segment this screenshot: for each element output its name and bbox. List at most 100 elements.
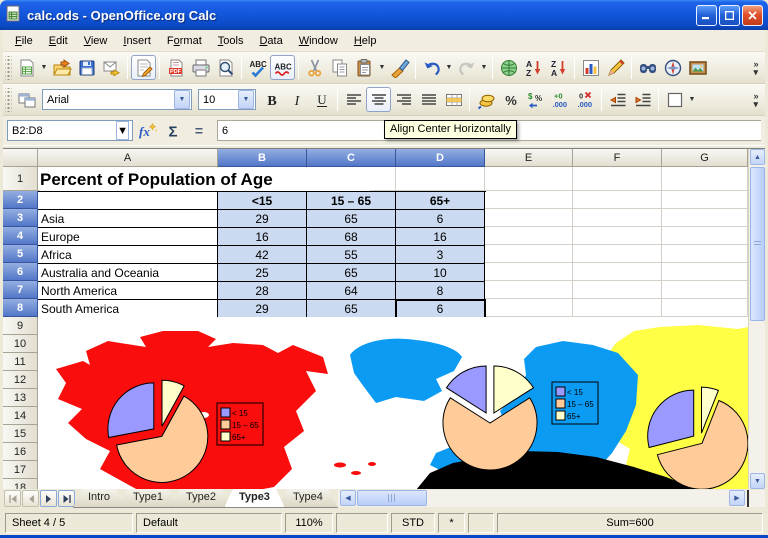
- menu-window[interactable]: Window: [291, 32, 346, 50]
- spellcheck-button[interactable]: ABC: [245, 55, 270, 80]
- table-row[interactable]: 64: [307, 282, 396, 300]
- row-header-13[interactable]: 13: [3, 389, 38, 407]
- underline-button[interactable]: U: [309, 87, 334, 112]
- title-bar[interactable]: calc.ods - OpenOffice.org Calc: [0, 0, 768, 30]
- currency-button[interactable]: [473, 87, 498, 112]
- vertical-scroll-thumb[interactable]: [750, 167, 765, 321]
- toolbar-grip[interactable]: [5, 56, 12, 80]
- redo-button[interactable]: [454, 55, 479, 80]
- table-row[interactable]: 16: [218, 228, 307, 246]
- sheet-tab-intro[interactable]: Intro: [73, 489, 125, 508]
- row-header-18[interactable]: 18: [3, 479, 38, 489]
- active-cell-D8[interactable]: [395, 299, 486, 319]
- table-row[interactable]: South America: [38, 300, 218, 318]
- name-box[interactable]: ▼: [7, 120, 133, 141]
- close-button[interactable]: [742, 5, 763, 26]
- add-decimal-button[interactable]: +0.000: [548, 87, 573, 112]
- formula-button[interactable]: =: [187, 119, 211, 143]
- find-button[interactable]: [635, 55, 660, 80]
- sort-ascending-button[interactable]: AZ: [521, 55, 546, 80]
- format-standard-button[interactable]: $%: [523, 87, 548, 112]
- print-button[interactable]: [188, 55, 213, 80]
- table-row[interactable]: Africa: [38, 246, 218, 264]
- cell-a2[interactable]: [38, 192, 218, 210]
- chart-object[interactable]: < 1515 – 6565+< 1515 – 6565+: [38, 317, 748, 489]
- sum-button[interactable]: Σ: [161, 119, 185, 143]
- menu-format[interactable]: Format: [159, 32, 210, 50]
- align-left-button[interactable]: [341, 87, 366, 112]
- auto-spellcheck-button[interactable]: ABC: [270, 55, 295, 80]
- scroll-down-icon[interactable]: ▼: [750, 473, 765, 489]
- borders-button[interactable]: [662, 87, 687, 112]
- horizontal-scroll-thumb[interactable]: [357, 490, 427, 506]
- status-selection-mode[interactable]: STD: [391, 513, 435, 533]
- copy-button[interactable]: [327, 55, 352, 80]
- table-row[interactable]: 8: [396, 282, 485, 300]
- edit-file-button[interactable]: [131, 55, 156, 80]
- status-insert-mode[interactable]: [336, 513, 388, 533]
- table-row[interactable]: 55: [307, 246, 396, 264]
- table-row[interactable]: 25: [218, 264, 307, 282]
- justify-button[interactable]: [416, 87, 441, 112]
- export-pdf-button[interactable]: PDF: [163, 55, 188, 80]
- column-header-E[interactable]: E: [485, 149, 573, 167]
- row-header-2[interactable]: 2: [3, 191, 38, 209]
- format-paintbrush-button[interactable]: [387, 55, 412, 80]
- table-row[interactable]: North America: [38, 282, 218, 300]
- row-header-10[interactable]: 10: [3, 335, 38, 353]
- column-header-D[interactable]: D: [396, 149, 485, 167]
- row-header-12[interactable]: 12: [3, 371, 38, 389]
- decrease-indent-button[interactable]: [605, 87, 630, 112]
- column-header-B[interactable]: B: [218, 149, 307, 167]
- sheet-tab-type4[interactable]: Type4: [278, 489, 338, 508]
- table-row[interactable]: Asia: [38, 210, 218, 228]
- row-header-5[interactable]: 5: [3, 245, 38, 263]
- align-center-button[interactable]: [366, 87, 391, 112]
- menu-edit[interactable]: Edit: [41, 32, 76, 50]
- table-row[interactable]: 3: [396, 246, 485, 264]
- table-row[interactable]: 28: [218, 282, 307, 300]
- column-header-F[interactable]: F: [573, 149, 662, 167]
- italic-button[interactable]: I: [284, 87, 309, 112]
- font-size-input[interactable]: [199, 91, 238, 108]
- font-name-input[interactable]: [43, 91, 174, 108]
- font-name-dropdown-icon[interactable]: ▼: [174, 90, 190, 109]
- borders-dropdown-icon[interactable]: ▼: [687, 87, 697, 112]
- menu-insert[interactable]: Insert: [115, 32, 159, 50]
- toolbar-overflow-button[interactable]: »▾: [749, 60, 763, 76]
- last-sheet-button[interactable]: [58, 490, 75, 507]
- row-header-15[interactable]: 15: [3, 425, 38, 443]
- undo-dropdown-icon[interactable]: ▼: [444, 55, 454, 80]
- page-preview-button[interactable]: [213, 55, 238, 80]
- column-header-C[interactable]: C: [307, 149, 396, 167]
- email-document-button[interactable]: [99, 55, 124, 80]
- menu-help[interactable]: Help: [346, 32, 385, 50]
- scroll-up-icon[interactable]: ▲: [750, 149, 765, 165]
- font-size-dropdown-icon[interactable]: ▼: [238, 90, 254, 109]
- minimize-button[interactable]: [696, 5, 717, 26]
- table-row[interactable]: 6: [396, 210, 485, 228]
- undo-button[interactable]: [419, 55, 444, 80]
- sheet-tab-type3[interactable]: Type3: [224, 489, 285, 508]
- cut-button[interactable]: [302, 55, 327, 80]
- table-row[interactable]: Australia and Oceania: [38, 264, 218, 282]
- save-button[interactable]: [74, 55, 99, 80]
- next-sheet-button[interactable]: [40, 490, 57, 507]
- table-row[interactable]: 65: [307, 300, 396, 318]
- first-sheet-button[interactable]: [4, 490, 21, 507]
- font-size-combo[interactable]: ▼: [198, 89, 256, 110]
- table-row[interactable]: Europe: [38, 228, 218, 246]
- gallery-button[interactable]: [685, 55, 710, 80]
- draw-functions-button[interactable]: [603, 55, 628, 80]
- select-all-corner[interactable]: [3, 149, 38, 167]
- table-row[interactable]: 42: [218, 246, 307, 264]
- maximize-button[interactable]: [719, 5, 740, 26]
- toolbar-overflow-button[interactable]: »▾: [749, 92, 763, 108]
- row-header-7[interactable]: 7: [3, 281, 38, 299]
- styles-button[interactable]: [14, 87, 39, 112]
- cell-header-15 – 65[interactable]: 15 – 65: [307, 192, 396, 210]
- merge-cells-button[interactable]: [441, 87, 466, 112]
- menu-tools[interactable]: Tools: [210, 32, 252, 50]
- row-header-1[interactable]: 1: [3, 167, 38, 191]
- status-page-style[interactable]: Default: [136, 513, 282, 533]
